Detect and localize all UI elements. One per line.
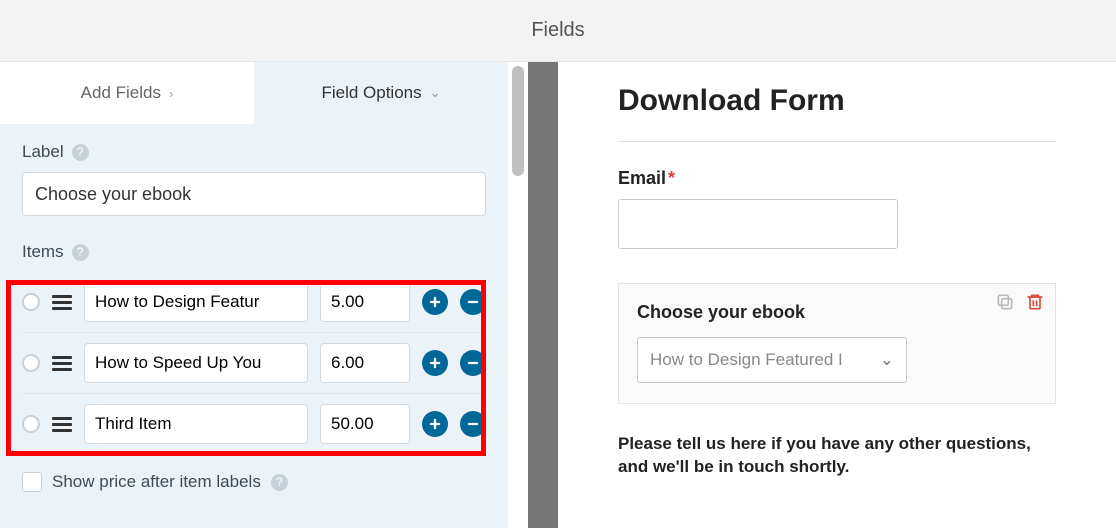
item-row — [22, 333, 486, 394]
drag-handle-icon[interactable] — [52, 356, 72, 371]
show-price-checkbox[interactable] — [22, 472, 42, 492]
label-heading-text: Label — [22, 142, 64, 162]
field-options-body: Label ? Items ? — [0, 124, 508, 528]
item-label-input[interactable] — [84, 404, 308, 444]
ebook-field-card[interactable]: Choose your ebook How to Design Featured… — [618, 283, 1056, 404]
items-heading-text: Items — [22, 242, 64, 262]
drag-handle-icon[interactable] — [52, 417, 72, 432]
top-bar: Fields — [0, 0, 1116, 62]
help-icon[interactable]: ? — [271, 474, 288, 491]
tab-add-fields[interactable]: Add Fields › — [0, 62, 254, 124]
label-input[interactable] — [22, 172, 486, 216]
show-price-row: Show price after item labels ? — [22, 472, 486, 492]
chevron-down-icon: ⌄ — [430, 85, 441, 101]
email-label-text: Email — [618, 168, 666, 188]
items-list — [22, 272, 486, 454]
items-section-heading: Items ? — [22, 242, 486, 262]
default-radio[interactable] — [22, 415, 40, 433]
item-price-input[interactable] — [320, 282, 410, 322]
show-price-label: Show price after item labels — [52, 472, 261, 492]
trash-icon[interactable] — [1025, 292, 1045, 312]
form-note: Please tell us here if you have any othe… — [618, 432, 1038, 480]
item-label-input[interactable] — [84, 282, 308, 322]
chevron-right-icon: › — [169, 86, 173, 101]
main-area: Add Fields › Field Options ⌄ Label ? Ite… — [0, 62, 1116, 528]
scrollbar-gutter — [508, 62, 528, 528]
ebook-select[interactable]: How to Design Featured I ⌄ — [637, 337, 907, 383]
top-bar-title: Fields — [531, 19, 584, 42]
remove-item-button[interactable] — [460, 411, 486, 437]
field-card-actions — [995, 292, 1045, 312]
item-row — [22, 394, 486, 454]
panel-divider — [528, 62, 558, 528]
title-divider — [618, 141, 1056, 142]
item-price-input[interactable] — [320, 404, 410, 444]
item-price-input[interactable] — [320, 343, 410, 383]
left-panel: Add Fields › Field Options ⌄ Label ? Ite… — [0, 62, 508, 528]
ebook-select-value: How to Design Featured I — [650, 350, 843, 370]
add-item-button[interactable] — [422, 289, 448, 315]
item-label-input[interactable] — [84, 343, 308, 383]
remove-item-button[interactable] — [460, 289, 486, 315]
tab-field-options[interactable]: Field Options ⌄ — [254, 62, 508, 124]
help-icon[interactable]: ? — [72, 144, 89, 161]
tab-add-fields-label: Add Fields — [81, 83, 161, 103]
form-title: Download Form — [618, 84, 868, 119]
label-section-heading: Label ? — [22, 142, 486, 162]
default-radio[interactable] — [22, 354, 40, 372]
email-input[interactable] — [618, 199, 898, 249]
form-preview: Download Form Email* Choose your ebook H… — [558, 62, 1116, 528]
tabs: Add Fields › Field Options ⌄ — [0, 62, 508, 124]
duplicate-icon[interactable] — [995, 292, 1015, 312]
scrollbar-thumb[interactable] — [512, 66, 524, 176]
email-label: Email* — [618, 168, 1056, 189]
help-icon[interactable]: ? — [72, 244, 89, 261]
remove-item-button[interactable] — [460, 350, 486, 376]
drag-handle-icon[interactable] — [52, 295, 72, 310]
chevron-down-icon: ⌄ — [880, 350, 894, 370]
required-asterisk: * — [668, 168, 675, 188]
item-row — [22, 272, 486, 333]
add-item-button[interactable] — [422, 411, 448, 437]
default-radio[interactable] — [22, 293, 40, 311]
tab-field-options-label: Field Options — [321, 83, 421, 103]
ebook-field-label: Choose your ebook — [637, 302, 1037, 323]
add-item-button[interactable] — [422, 350, 448, 376]
